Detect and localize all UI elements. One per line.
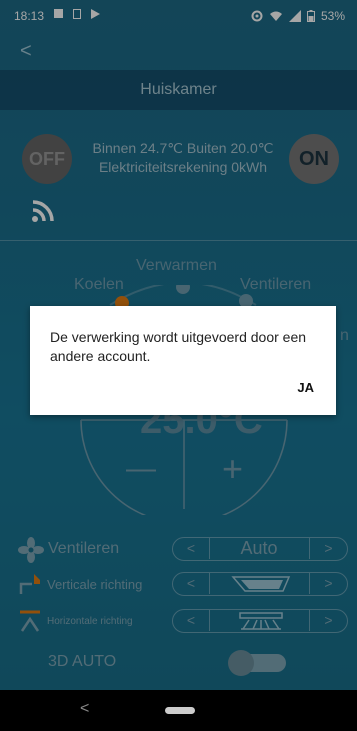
app-screen: 18:13 53% < Huiskamer OFF Binnen 24.7℃ B… (0, 0, 357, 690)
dialog-message: De verwerking wordt uitgevoerd door een … (50, 329, 307, 364)
system-nav-bar: < (0, 690, 357, 731)
system-back-button[interactable]: < (80, 700, 89, 718)
dialog-confirm-button[interactable]: JA (297, 380, 314, 395)
alert-dialog: De verwerking wordt uitgevoerd door een … (30, 306, 336, 415)
system-home-button[interactable] (165, 707, 195, 714)
